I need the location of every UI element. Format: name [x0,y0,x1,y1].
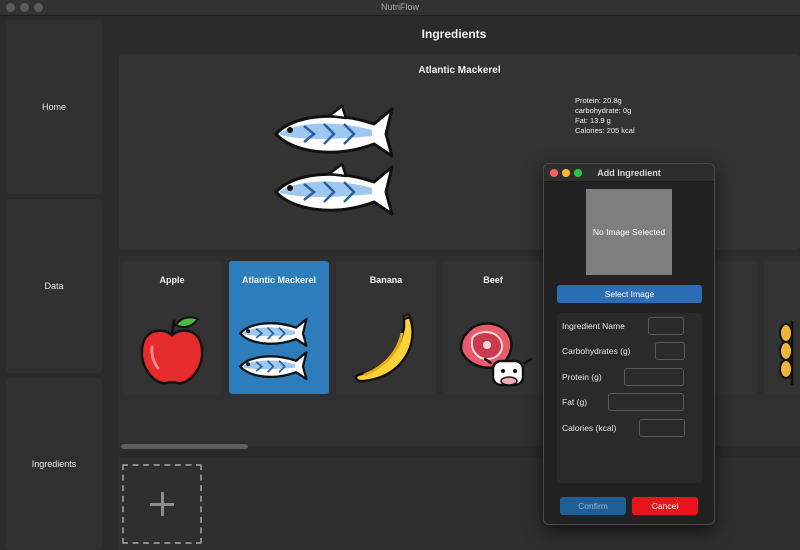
fat-text: Fat: 13.9 g [575,116,611,125]
form-field-label: Fat (g) [562,397,588,407]
calories-text: Calories: 205 kcal [575,126,635,135]
image-preview-placeholder: No Image Selected [586,189,672,275]
dialog-title: Add Ingredient [597,168,661,178]
add-ingredient-button[interactable] [122,464,202,544]
ingredient-card-wheat[interactable] [764,261,800,394]
beef-icon [459,322,533,387]
sidebar-item-label: Ingredients [31,459,77,469]
nutrient-info: Protein: 20.8g carbohydrate: 0g Fat: 13.… [575,96,635,136]
protein-text: Protein: 20.8g [575,96,622,105]
window-titlebar: NutriFlow [0,0,800,16]
sidebar-item-label: Data [44,281,64,291]
form-field-label: Calories (kcal) [562,423,617,433]
mackerel-icon [274,104,394,216]
carbohydrates-input[interactable] [655,342,685,360]
calories-input[interactable] [639,419,685,437]
form-field-label: Carbohydrates (g) [562,346,631,356]
mackerel-icon [239,317,308,381]
confirm-button[interactable]: Confirm [560,497,626,515]
form-field-label: Ingredient Name [562,321,625,331]
card-list-scrollbar[interactable] [121,444,248,449]
wheat-icon [779,321,794,385]
protein-input[interactable] [624,368,684,386]
carbohydrate-text: carbohydrate: 0g [575,106,632,115]
ingredient-form: Ingredient Name Carbohydrates (g) Protei… [557,313,702,483]
form-field-label: Protein (g) [562,372,602,382]
sidebar-item-home[interactable]: Home [6,20,102,194]
sidebar-item-ingredients[interactable]: Ingredients [6,378,102,550]
confirm-label: Confirm [578,501,608,511]
banana-icon [354,313,414,383]
ingredient-name-input[interactable] [648,317,684,335]
app-title: NutriFlow [380,2,419,12]
ingredient-card-label: Beef [483,275,503,285]
cancel-label: Cancel [651,501,679,511]
select-image-button[interactable]: Select Image [557,285,702,303]
ingredient-card-apple[interactable]: Apple [122,261,222,394]
ingredient-card-label: Apple [159,275,185,285]
image-placeholder-text: No Image Selected [592,227,666,237]
sidebar-item-label: Home [41,102,66,112]
ingredient-detail-title: Atlantic Mackerel [418,65,501,76]
add-ingredient-dialog: Add Ingredient No Image Selected Select … [543,163,715,525]
dialog-titlebar: Add Ingredient [544,164,714,182]
page-title: Ingredients [421,27,487,41]
apple-icon [140,316,204,385]
sidebar-item-data[interactable]: Data [6,199,102,373]
ingredient-card-label: Banana [369,275,403,285]
select-image-label: Select Image [604,289,655,299]
ingredient-card-label: Atlantic Mackerel [241,275,317,285]
ingredient-card-banana[interactable]: Banana [336,261,436,394]
ingredient-card-beef[interactable]: Beef [443,261,543,394]
fat-input[interactable] [608,393,684,411]
cancel-button[interactable]: Cancel [632,497,698,515]
sidebar: Home Data Ingredients [0,16,108,550]
ingredient-card-atlantic-mackerel[interactable]: Atlantic Mackerel [229,261,329,394]
